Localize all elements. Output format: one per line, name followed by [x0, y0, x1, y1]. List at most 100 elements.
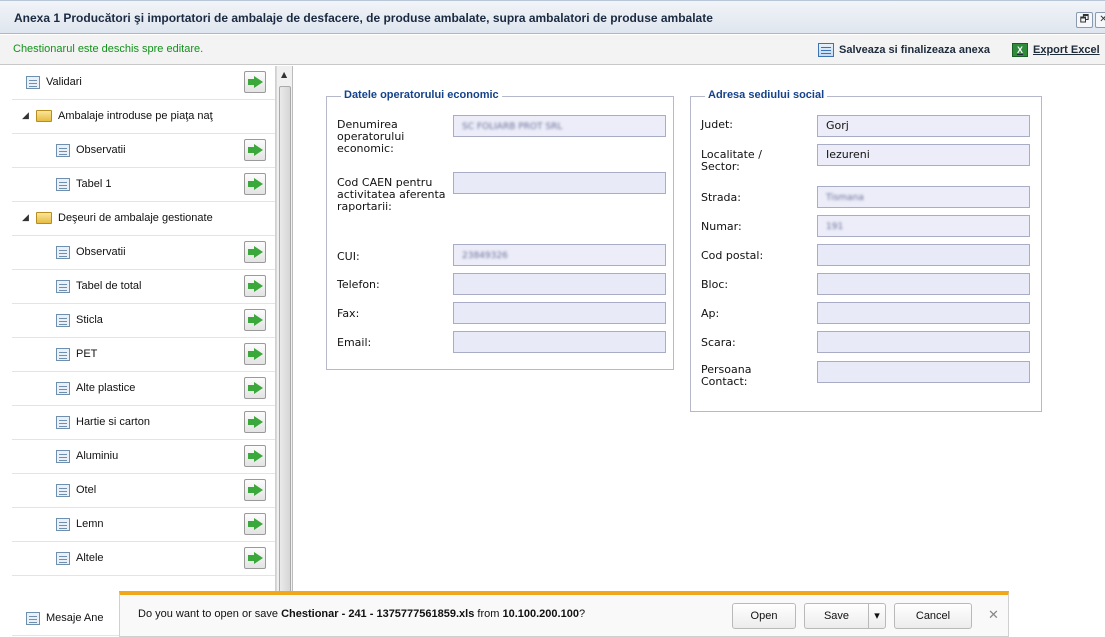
close-window-icon[interactable]: ✕ — [1095, 12, 1105, 28]
expand-triangle-icon[interactable]: ◢ — [22, 213, 29, 223]
sidebar-item-hartie-carton[interactable]: Hartie si carton — [12, 406, 275, 440]
sidebar-item-validari[interactable]: Validari — [12, 66, 275, 100]
go-arrow-button[interactable] — [244, 479, 266, 501]
go-arrow-button[interactable] — [244, 513, 266, 535]
bloc-field[interactable] — [817, 273, 1030, 295]
sidebar-item-tabel-1[interactable]: Tabel 1 — [12, 168, 275, 202]
window-titlebar: Anexa 1 Producători şi importatori de am… — [0, 0, 1105, 34]
excel-icon: X — [1012, 43, 1028, 57]
sidebar-item-label: Validari — [46, 76, 82, 88]
caen-field[interactable] — [453, 172, 666, 194]
green-arrow-icon — [247, 552, 263, 564]
go-arrow-button[interactable] — [244, 139, 266, 161]
sidebar-item-pet[interactable]: PET — [12, 338, 275, 372]
form-icon — [56, 416, 70, 429]
localitate-label: Localitate / Sector: — [701, 148, 762, 173]
sidebar-item-observatii-2[interactable]: Observatii — [12, 236, 275, 270]
save-dropdown-icon[interactable]: ▾ — [868, 603, 886, 629]
email-field[interactable] — [453, 331, 666, 353]
sidebar-item-label: Alte plastice — [76, 382, 136, 394]
go-arrow-button[interactable] — [244, 309, 266, 331]
go-arrow-button[interactable] — [244, 173, 266, 195]
sidebar-item-deseuri-ambalaje[interactable]: ◢ Deşeuri de ambalaje gestionate — [12, 202, 275, 236]
close-icon[interactable]: ✕ — [988, 608, 999, 623]
sidebar-item-altele[interactable]: Altele — [12, 542, 275, 576]
green-arrow-icon — [247, 484, 263, 496]
form-icon — [56, 484, 70, 497]
download-suffix: ? — [578, 608, 586, 620]
cancel-button[interactable]: Cancel — [894, 603, 972, 629]
green-arrow-icon — [247, 518, 263, 530]
form-icon — [56, 382, 70, 395]
cui-value: 23849326 — [462, 251, 508, 261]
email-label: Email: — [337, 336, 372, 349]
strada-field[interactable]: Tismana — [817, 186, 1030, 208]
sidebar-item-label: Deşeuri de ambalaje gestionate — [58, 212, 213, 224]
form-icon — [56, 552, 70, 565]
save-finalize-label: Salveaza si finalizeaza anexa — [839, 44, 991, 56]
telefon-label: Telefon: — [337, 278, 380, 291]
window-title: Anexa 1 Producători şi importatori de am… — [14, 11, 713, 25]
download-host: 10.100.200.100 — [502, 608, 579, 620]
expand-triangle-icon[interactable]: ◢ — [22, 111, 29, 121]
status-message: Chestionarul este deschis spre editare. — [13, 43, 204, 55]
sidebar-item-tabel-de-total[interactable]: Tabel de total — [12, 270, 275, 304]
cod-postal-field[interactable] — [817, 244, 1030, 266]
persoana-contact-label: Persoana Contact: — [701, 363, 752, 388]
sidebar-item-otel[interactable]: Otel — [12, 474, 275, 508]
go-arrow-button[interactable] — [244, 275, 266, 297]
strada-value: Tismana — [826, 193, 864, 203]
judet-field[interactable]: Gorj — [817, 115, 1030, 137]
go-arrow-button[interactable] — [244, 343, 266, 365]
export-excel-button[interactable]: X Export Excel — [1012, 40, 1100, 60]
scara-field[interactable] — [817, 331, 1030, 353]
download-notification-bar: Do you want to open or save Chestionar -… — [119, 591, 1009, 637]
sidebar-scrollbar[interactable]: ▲ — [276, 66, 293, 637]
address-fieldset: Adresa sediului social Judet: Gorj Local… — [690, 89, 1042, 412]
go-arrow-button[interactable] — [244, 377, 266, 399]
form-icon — [56, 314, 70, 327]
sidebar-item-label: Tabel 1 — [76, 178, 112, 190]
sidebar-item-label: Observatii — [76, 246, 126, 258]
form-icon — [56, 144, 70, 157]
sidebar-item-label: Ambalaje introduse pe piaţa naţ — [58, 110, 213, 122]
sidebar-item-lemn[interactable]: Lemn — [12, 508, 275, 542]
go-arrow-button[interactable] — [244, 547, 266, 569]
go-arrow-button[interactable] — [244, 241, 266, 263]
go-arrow-button[interactable] — [244, 71, 266, 93]
numar-field[interactable]: 191 — [817, 215, 1030, 237]
scrollbar-thumb[interactable] — [279, 86, 291, 637]
scroll-up-icon[interactable]: ▲ — [281, 70, 287, 79]
green-arrow-icon — [247, 348, 263, 360]
sidebar-item-aluminiu[interactable]: Aluminiu — [12, 440, 275, 474]
restore-window-icon[interactable]: 🗗 — [1076, 12, 1093, 28]
sidebar-item-ambalaje-introduse[interactable]: ◢ Ambalaje introduse pe piaţa naţ — [12, 100, 275, 134]
cui-label: CUI: — [337, 250, 360, 263]
save-finalize-button[interactable]: Salveaza si finalizeaza anexa — [818, 40, 990, 60]
sidebar-item-observatii-1[interactable]: Observatii — [12, 134, 275, 168]
save-button[interactable]: Save — [804, 603, 868, 629]
go-arrow-button[interactable] — [244, 411, 266, 433]
open-button[interactable]: Open — [732, 603, 796, 629]
toolbar: Chestionarul este deschis spre editare. … — [0, 35, 1105, 65]
form-icon — [56, 348, 70, 361]
operator-legend: Datele operatorului economic — [341, 89, 502, 101]
operator-fieldset: Datele operatorului economic Denumirea o… — [326, 89, 674, 370]
cui-field[interactable]: 23849326 — [453, 244, 666, 266]
green-arrow-icon — [247, 382, 263, 394]
strada-label: Strada: — [701, 191, 741, 204]
form-icon — [818, 43, 834, 57]
persoana-contact-field[interactable] — [817, 361, 1030, 383]
localitate-field[interactable]: Iezureni — [817, 144, 1030, 166]
go-arrow-button[interactable] — [244, 445, 266, 467]
sidebar-item-sticla[interactable]: Sticla — [12, 304, 275, 338]
ap-field[interactable] — [817, 302, 1030, 324]
fax-field[interactable] — [453, 302, 666, 324]
telefon-field[interactable] — [453, 273, 666, 295]
sidebar-item-alte-plastice[interactable]: Alte plastice — [12, 372, 275, 406]
green-arrow-icon — [247, 246, 263, 258]
green-arrow-icon — [247, 450, 263, 462]
denumire-field[interactable]: SC FOLIARB PROT SRL — [453, 115, 666, 137]
caen-label: Cod CAEN pentru activitatea aferenta rap… — [337, 176, 446, 213]
sidebar-item-label: Sticla — [76, 314, 103, 326]
